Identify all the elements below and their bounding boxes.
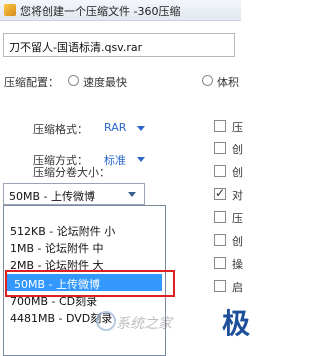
option-checkbox[interactable] (214, 234, 226, 246)
config-label: 压缩配置： (4, 76, 59, 89)
dropdown-item[interactable]: 1MB - 论坛附件 中 (10, 240, 104, 256)
window-title: 您将创建一个压缩文件 -360压缩 (20, 5, 181, 18)
option-checkbox[interactable] (214, 211, 226, 223)
chevron-down-icon (137, 126, 145, 131)
filename-field[interactable]: 刀不留人-国语标清.qsv.rar (3, 33, 235, 57)
option-label: 创 (232, 143, 243, 156)
start-compress-button[interactable]: 极 (222, 302, 250, 342)
chevron-down-icon (128, 192, 136, 197)
option-checkbox[interactable] (214, 120, 226, 132)
option-label: 压 (232, 212, 243, 225)
option-label: 压 (232, 121, 243, 134)
radio-speed[interactable] (68, 75, 79, 86)
format-label: 压缩格式： (33, 123, 88, 136)
option-label: 对 (232, 189, 243, 202)
radio-speed-label: 速度最快 (83, 76, 127, 89)
annotation-highlight-box (5, 270, 175, 297)
radio-size[interactable] (202, 75, 213, 86)
watermark-logo-icon (96, 311, 116, 331)
option-checkbox[interactable] (214, 257, 226, 269)
option-label: 创 (232, 235, 243, 248)
option-label: 启 (232, 281, 243, 294)
app-icon (4, 4, 16, 16)
chevron-down-icon (137, 157, 145, 162)
title-bar: 您将创建一个压缩文件 -360压缩 (0, 0, 241, 21)
option-checkbox-checked[interactable] (214, 186, 226, 200)
split-label: 压缩分卷大小： (33, 166, 110, 179)
filename-text: 刀不留人-国语标清.qsv.rar (9, 41, 143, 54)
option-label: 操 (232, 258, 243, 271)
option-label: 创 (232, 166, 243, 179)
radio-size-label: 体积 (217, 76, 239, 89)
option-checkbox[interactable] (214, 280, 226, 292)
option-checkbox[interactable] (214, 142, 226, 154)
format-dropdown[interactable]: RAR (104, 121, 126, 134)
split-size-select[interactable]: 50MB - 上传微博 (3, 183, 145, 205)
option-checkbox[interactable] (214, 165, 226, 177)
dropdown-item[interactable]: 512KB - 论坛附件 小 (10, 223, 115, 239)
watermark-text: 系统之家 (116, 316, 172, 332)
split-size-value: 50MB - 上传微博 (9, 190, 95, 203)
